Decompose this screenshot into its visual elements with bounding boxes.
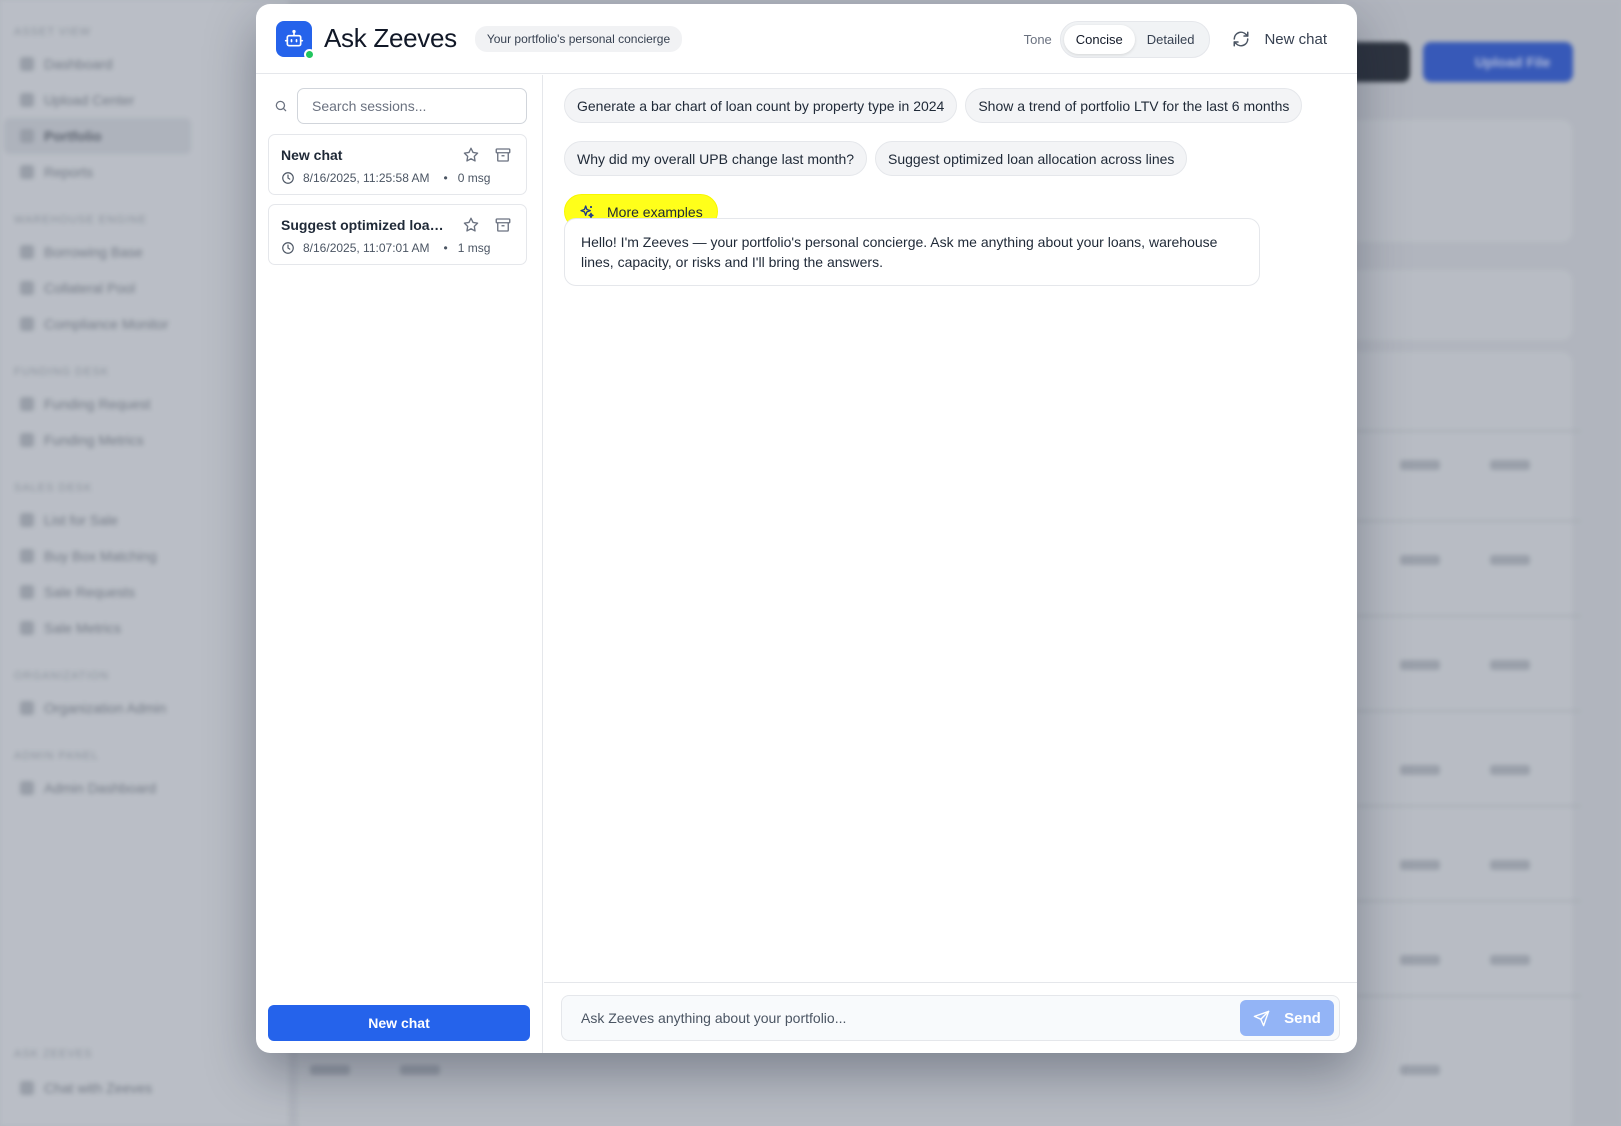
suggestion-chips: Generate a bar chart of loan count by pr…	[564, 88, 1324, 229]
meta-separator: •	[443, 241, 448, 255]
tone-concise-option[interactable]: Concise	[1063, 24, 1135, 54]
archive-icon[interactable]	[494, 216, 512, 234]
star-icon[interactable]	[462, 216, 480, 234]
session-meta: 8/16/2025, 11:07:01 AM • 1 msg	[281, 241, 514, 255]
meta-separator: •	[443, 171, 448, 185]
header-controls: Tone Concise Detailed New chat	[1024, 4, 1327, 74]
session-timestamp: 8/16/2025, 11:07:01 AM	[303, 241, 430, 255]
send-button[interactable]: Send	[1240, 1000, 1334, 1036]
modal-header: Ask Zeeves Your portfolio's personal con…	[256, 4, 1357, 74]
tagline-badge: Your portfolio's personal concierge	[474, 25, 683, 52]
tone-label: Tone	[1023, 31, 1052, 47]
send-icon	[1253, 1010, 1270, 1026]
session-title: Suggest optimized loan allocation across…	[281, 217, 446, 233]
composer: Send	[561, 995, 1340, 1041]
archive-icon[interactable]	[494, 146, 512, 164]
session-message-count: 1 msg	[457, 241, 491, 255]
tone-toggle: Concise Detailed	[1059, 20, 1211, 58]
suggestion-chip[interactable]: Suggest optimized loan allocation across…	[875, 141, 1188, 176]
session-item[interactable]: Suggest optimized loan allocation across…	[268, 204, 527, 265]
session-title: New chat	[281, 147, 343, 163]
online-status-dot	[304, 48, 315, 60]
suggestion-chip[interactable]: Show a trend of portfolio LTV for the la…	[965, 88, 1303, 123]
search-icon	[275, 100, 287, 112]
clock-icon	[282, 172, 294, 184]
sidebar-new-chat-button[interactable]: New chat	[268, 1005, 530, 1041]
message-input[interactable]	[581, 1010, 1240, 1026]
session-search	[274, 88, 527, 124]
modal-title: Ask Zeeves	[324, 23, 457, 53]
robot-icon	[284, 29, 304, 47]
refresh-icon	[1233, 31, 1249, 47]
suggestion-chip[interactable]: Generate a bar chart of loan count by pr…	[564, 88, 958, 123]
ask-zeeves-modal: Ask Zeeves Your portfolio's personal con…	[256, 4, 1357, 1053]
zeeves-logo	[276, 20, 315, 60]
session-message-count: 0 msg	[457, 171, 491, 185]
sessions-sidebar: New chat 8/16/2025, 11:25:58 AM • 0 msg …	[256, 75, 543, 1053]
session-item[interactable]: New chat 8/16/2025, 11:25:58 AM • 0 msg	[268, 134, 527, 195]
composer-bar: Send	[544, 982, 1357, 1053]
tone-detailed-option[interactable]: Detailed	[1135, 25, 1207, 54]
assistant-message: Hello! I'm Zeeves — your portfolio's per…	[564, 218, 1260, 286]
star-icon[interactable]	[462, 146, 480, 164]
suggestion-chip[interactable]: Why did my overall UPB change last month…	[564, 141, 868, 176]
send-label: Send	[1284, 1009, 1321, 1027]
header-new-chat-label: New chat	[1264, 30, 1327, 48]
chat-panel: Generate a bar chart of loan count by pr…	[544, 75, 1357, 1053]
session-timestamp: 8/16/2025, 11:25:58 AM	[303, 171, 430, 185]
session-meta: 8/16/2025, 11:25:58 AM • 0 msg	[281, 171, 514, 185]
clock-icon	[282, 242, 294, 254]
header-new-chat-button[interactable]: New chat	[1232, 30, 1327, 48]
session-search-input[interactable]	[297, 88, 527, 124]
